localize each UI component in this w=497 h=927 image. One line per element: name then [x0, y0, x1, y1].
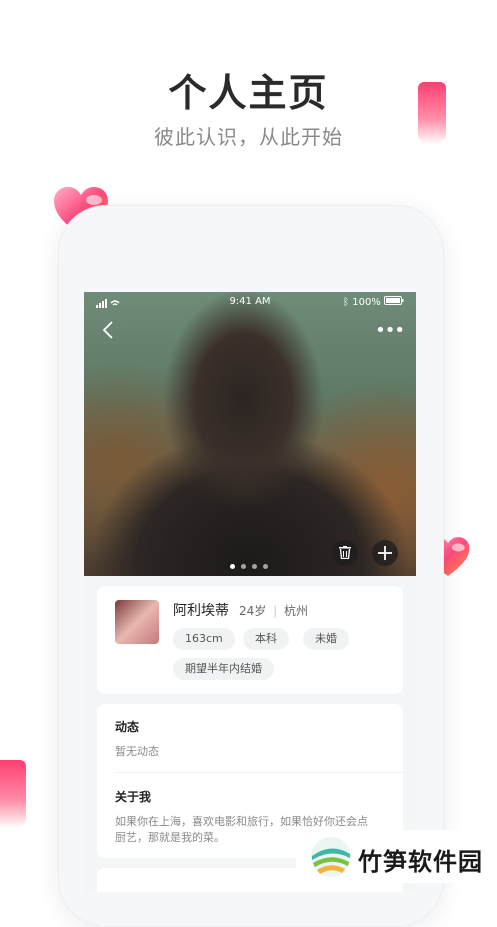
battery-icon [384, 296, 404, 305]
more-icon[interactable]: ••• [375, 320, 405, 341]
delete-icon [339, 546, 351, 560]
pager-dot[interactable] [263, 564, 268, 569]
moments-empty: 暂无动态 [115, 745, 159, 758]
battery-status: ᛒ 100% [343, 296, 404, 308]
divider [115, 772, 403, 773]
tag-expectation: 期望半年内结婚 [173, 658, 274, 680]
pager-dot[interactable] [241, 564, 246, 569]
watermark-logo-icon [311, 837, 351, 877]
back-icon[interactable] [102, 320, 114, 346]
add-icon [378, 546, 392, 560]
watermark-text: 竹笋软件园 [358, 848, 483, 876]
bluetooth-icon: ᛒ [343, 297, 350, 308]
photo-pager [230, 554, 274, 573]
profile-age: 24岁 [239, 604, 267, 618]
avatar[interactable] [115, 600, 159, 644]
about-title: 关于我 [115, 790, 152, 804]
profile-meta: 24岁 | 杭州 [239, 604, 308, 618]
profile-screen: 9:41 AM ᛒ 100% ••• 阿利埃蒂 24岁 | 杭州 163cm 本… [84, 292, 416, 892]
profile-city: 杭州 [283, 604, 308, 618]
pager-dot[interactable] [230, 564, 235, 569]
profile-name: 阿利埃蒂 [173, 603, 229, 619]
about-line: 如果你在上海，喜欢电影和旅行，如果恰好你还会点 [115, 815, 368, 828]
profile-card: 阿利埃蒂 24岁 | 杭州 163cm 本科 未婚 期望半年内结婚 [97, 586, 403, 694]
pager-dot[interactable] [252, 564, 257, 569]
delete-photo-button[interactable] [332, 540, 358, 566]
profile-photo[interactable]: 9:41 AM ᛒ 100% ••• [84, 292, 416, 576]
decor-bar [0, 760, 26, 828]
moments-title: 动态 [115, 720, 140, 734]
battery-text: 100% [352, 297, 381, 308]
tag-height: 163cm [173, 628, 235, 650]
watermark: 竹笋软件园 [296, 830, 497, 883]
tag-education: 本科 [243, 628, 289, 650]
decor-bar [418, 82, 446, 144]
add-photo-button[interactable] [372, 540, 398, 566]
status-bar: 9:41 AM ᛒ 100% [84, 296, 416, 312]
tag-marital: 未婚 [303, 628, 349, 650]
